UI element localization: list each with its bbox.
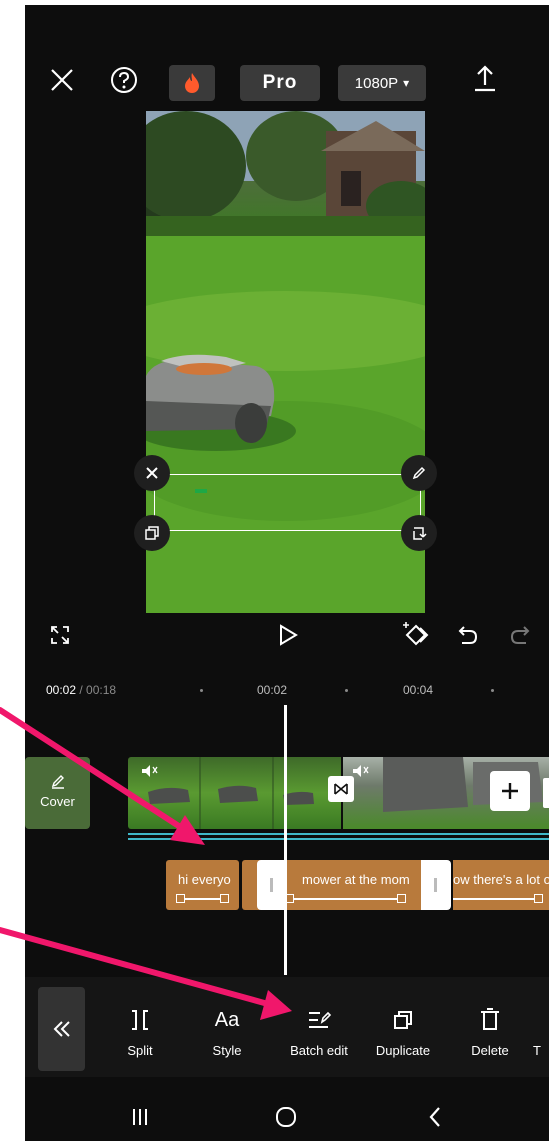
keyframe-icon[interactable] <box>399 619 433 651</box>
close-icon[interactable] <box>47 65 77 95</box>
split-label: Split <box>127 1043 153 1058</box>
pencil-icon <box>412 466 426 480</box>
plus-icon <box>502 783 518 799</box>
chevron-down-icon: ▾ <box>403 76 410 90</box>
playhead[interactable] <box>284 705 287 975</box>
resolution-label: 1080P <box>354 74 399 92</box>
ruler-mark: 00:04 <box>403 683 434 697</box>
caption-preview-mark <box>195 489 207 493</box>
caption-handle <box>176 894 185 903</box>
caption-clip[interactable]: ow there's a lot o <box>453 860 549 910</box>
cover-label: Cover <box>40 794 75 809</box>
back-icon[interactable] <box>420 1102 450 1132</box>
video-editor-screen: Pro 1080P ▾ 00:02 / 00:18 00:02 00:04 Co… <box>25 5 549 1141</box>
text-track-indicator <box>128 833 549 835</box>
undo-icon[interactable] <box>453 620 483 650</box>
caption-handle <box>397 894 406 903</box>
next-clip-edge <box>543 778 549 808</box>
ruler-mark: 00:02 <box>257 683 288 697</box>
transition-icon[interactable] <box>328 776 354 802</box>
caption-handle-line <box>287 898 404 900</box>
trending-button[interactable] <box>169 65 215 101</box>
caption-handle <box>534 894 543 903</box>
export-icon[interactable] <box>470 61 500 95</box>
time-separator: / <box>76 683 87 697</box>
caption-handle-line <box>453 898 541 900</box>
caption-handle <box>220 894 229 903</box>
delete-icon <box>445 1005 535 1035</box>
fullscreen-icon[interactable] <box>45 620 75 650</box>
text-tool-label: T <box>533 1043 541 1058</box>
trim-handle-right[interactable] <box>421 860 451 910</box>
ruler-dot <box>491 689 494 692</box>
split-button[interactable]: Split <box>95 1005 185 1058</box>
copy-icon <box>145 526 159 540</box>
style-label: Style <box>212 1043 242 1058</box>
ruler-dot <box>200 689 203 692</box>
add-clip-button[interactable] <box>490 771 530 811</box>
ruler-dot <box>345 689 348 692</box>
duplicate-icon <box>358 1005 448 1035</box>
pro-label: Pro <box>262 72 298 93</box>
text-track-indicator <box>128 838 549 840</box>
style-icon: Aa <box>214 1008 240 1031</box>
pencil-icon <box>51 775 64 789</box>
copy-text-button[interactable] <box>134 515 170 551</box>
caption-text: mower at the mom <box>302 872 410 887</box>
video-clip[interactable] <box>128 757 341 829</box>
batch-edit-label: Batch edit <box>290 1043 348 1058</box>
video-preview[interactable] <box>146 111 425 613</box>
cover-button[interactable]: Cover <box>25 757 90 829</box>
style-button[interactable]: Aa Style <box>182 1005 272 1059</box>
caption-clip[interactable]: hi everyo <box>166 860 239 910</box>
duplicate-button[interactable]: Duplicate <box>358 1005 448 1058</box>
rotate-scale-icon <box>413 527 427 540</box>
delete-button[interactable]: Delete <box>445 1005 535 1058</box>
text-selection-box[interactable] <box>154 474 421 531</box>
back-button[interactable] <box>38 987 85 1071</box>
caption-text: hi everyo <box>178 872 231 887</box>
edit-text-button[interactable] <box>401 455 437 491</box>
play-icon[interactable] <box>273 619 303 651</box>
resolution-dropdown[interactable]: 1080P ▾ <box>338 65 426 101</box>
resize-text-button[interactable] <box>401 515 437 551</box>
home-icon[interactable] <box>271 1102 301 1132</box>
current-time: 00:02 <box>46 683 77 697</box>
recent-apps-icon[interactable] <box>125 1102 155 1132</box>
caption-text: ow there's a lot o <box>453 872 549 887</box>
remove-text-button[interactable] <box>134 455 170 491</box>
total-time: 00:18 <box>86 683 117 697</box>
double-chevron-left-icon <box>53 1021 70 1037</box>
help-icon[interactable] <box>107 63 141 97</box>
split-icon <box>95 1005 185 1035</box>
redo-icon[interactable] <box>505 620 535 650</box>
batch-edit-icon <box>274 1005 364 1035</box>
pro-badge[interactable]: Pro <box>240 65 320 101</box>
batch-edit-button[interactable]: Batch edit <box>274 1005 364 1058</box>
time-readout: 00:02 / 00:18 <box>46 683 116 697</box>
duplicate-label: Duplicate <box>375 1043 431 1058</box>
delete-label: Delete <box>471 1043 509 1058</box>
trim-handle-left[interactable] <box>257 860 287 910</box>
fire-icon <box>185 73 199 93</box>
